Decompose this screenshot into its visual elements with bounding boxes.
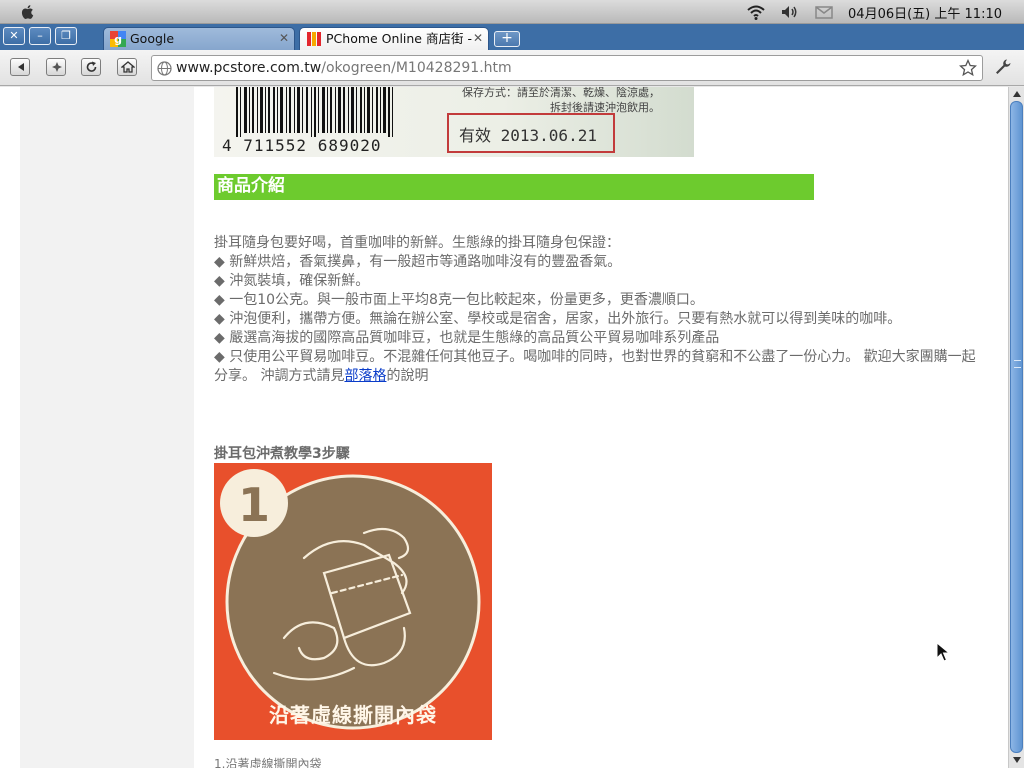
- description-line: ◆ 只使用公平貿易咖啡豆。不混雜任何其他豆子。喝咖啡的同時，也對世界的貧窮和不公…: [214, 348, 986, 386]
- brewing-steps-title: 掛耳包沖煮教學3步驟: [214, 446, 350, 462]
- system-top-bar: 04月06日(五) 上午 11:10: [0, 0, 1024, 24]
- step-number: 1: [238, 478, 270, 532]
- wrench-menu-icon[interactable]: [994, 58, 1012, 76]
- google-favicon-icon: g: [110, 31, 126, 47]
- window-close-button[interactable]: ✕: [3, 27, 25, 45]
- barcode-number: 4 711552 689020: [222, 136, 382, 155]
- step-caption: 1.沿著虛線撕開內袋: [214, 757, 322, 768]
- intro-heading: 商品介紹: [214, 174, 814, 200]
- apple-logo-icon[interactable]: [19, 3, 37, 21]
- description-line: ◆ 沖氮裝填，確保新鮮。: [214, 273, 370, 289]
- tab-label: Google: [130, 31, 175, 46]
- description-text: 的說明: [386, 368, 429, 384]
- mouse-cursor-icon: [936, 642, 950, 662]
- svg-text:g: g: [114, 33, 122, 46]
- pchome-favicon-icon: [307, 32, 321, 46]
- tab-google[interactable]: g Google ✕: [103, 27, 295, 50]
- description-text: ◆ 只使用公平貿易咖啡豆。不混雜任何其他豆子。喝咖啡的同時，也對世界的貧窮和不公…: [214, 349, 976, 384]
- storage-line: 保存方式：請至於清潔、乾燥、陰涼處，: [462, 87, 660, 99]
- back-arrow-icon: [18, 63, 24, 71]
- storage-instructions: 保存方式：請至於清潔、乾燥、陰涼處， 拆封後請速沖泡飲用。: [460, 87, 660, 115]
- description-line: ◆ 沖泡便利，攜帶方便。無論在辦公室、學校或是宿舍，居家，出外旅行。只要有熱水就…: [214, 311, 902, 327]
- url-path: /okogreen/M10428291.htm: [321, 60, 512, 76]
- address-bar[interactable]: www.pcstore.com.tw/okogreen/M10428291.ht…: [151, 55, 983, 81]
- reload-button[interactable]: [81, 58, 101, 76]
- description-line: ◆ 嚴選高海拔的國際高品質咖啡豆，也就是生態綠的高品質公平貿易咖啡系列產品: [214, 330, 720, 346]
- home-icon: [121, 61, 135, 73]
- window-minimize-button[interactable]: –: [29, 27, 51, 45]
- scrollbar-thumb[interactable]: [1010, 101, 1023, 753]
- description-line: ◆ 新鮮烘焙，香氣撲鼻，有一般超市等通路咖啡沒有的豐盈香氣。: [214, 254, 622, 270]
- product-description: 掛耳隨身包要好喝，首重咖啡的新鮮。生態綠的掛耳隨身包保證： ◆ 新鮮烘焙，香氣撲…: [214, 234, 986, 386]
- forward-button[interactable]: [46, 58, 66, 76]
- expiry-date-box: 有效 2013.06.21: [447, 113, 615, 153]
- window-restore-button[interactable]: ❐: [55, 27, 77, 45]
- page-content[interactable]: 4 711552 689020 保存方式：請至於清潔、乾燥、陰涼處， 拆封後請速…: [0, 87, 1008, 768]
- reload-icon: [86, 61, 97, 72]
- mail-icon[interactable]: [814, 3, 834, 21]
- scroll-up-arrow-icon[interactable]: [1011, 88, 1023, 100]
- description-line: 掛耳隨身包要好喝，首重咖啡的新鮮。生態綠的掛耳隨身包保證：: [214, 235, 620, 251]
- tab-strip: ✕ – ❐ g Google ✕ PChome Online 商店街 - O ✕…: [0, 24, 1024, 50]
- bookmark-star-icon[interactable]: [959, 59, 977, 77]
- scrollbar-grip: [1014, 360, 1021, 368]
- new-tab-button[interactable]: +: [494, 31, 520, 47]
- expiry-date: 有效 2013.06.21: [459, 126, 597, 145]
- url-host: www.pcstore.com.tw: [176, 60, 322, 76]
- product-package-photo: 4 711552 689020 保存方式：請至於清潔、乾燥、陰涼處， 拆封後請速…: [214, 87, 694, 157]
- home-button[interactable]: [117, 58, 137, 76]
- forward-arrow-icon: [52, 62, 62, 72]
- page-info-globe-icon[interactable]: [157, 61, 172, 76]
- barcode-icon: [236, 87, 393, 137]
- step-image-caption: 沿著虛線撕開內袋: [269, 703, 437, 727]
- step-1-image: 1 沿著虛線撕開內袋: [214, 463, 492, 740]
- back-button[interactable]: [10, 58, 30, 76]
- tab-close-icon[interactable]: ✕: [473, 28, 483, 49]
- clock[interactable]: 04月06日(五) 上午 11:10: [848, 3, 1002, 22]
- scroll-down-arrow-icon[interactable]: [1011, 754, 1023, 766]
- description-line: ◆ 一包10公克。與一般市面上平均8克一包比較起來，份量更多，更香濃順口。: [214, 292, 704, 308]
- vertical-scrollbar[interactable]: [1008, 87, 1024, 768]
- wifi-icon[interactable]: [746, 3, 766, 21]
- browser-toolbar: www.pcstore.com.tw/okogreen/M10428291.ht…: [0, 50, 1024, 86]
- store-sidebar: [20, 87, 194, 768]
- volume-icon[interactable]: [780, 3, 800, 21]
- url-text[interactable]: www.pcstore.com.tw/okogreen/M10428291.ht…: [176, 60, 512, 76]
- blog-link[interactable]: 部落格: [344, 368, 386, 384]
- tab-close-icon[interactable]: ✕: [279, 28, 289, 49]
- left-gutter: [0, 87, 20, 768]
- tab-pchome[interactable]: PChome Online 商店街 - O ✕: [299, 27, 489, 50]
- tab-label: PChome Online 商店街 - O: [326, 31, 476, 46]
